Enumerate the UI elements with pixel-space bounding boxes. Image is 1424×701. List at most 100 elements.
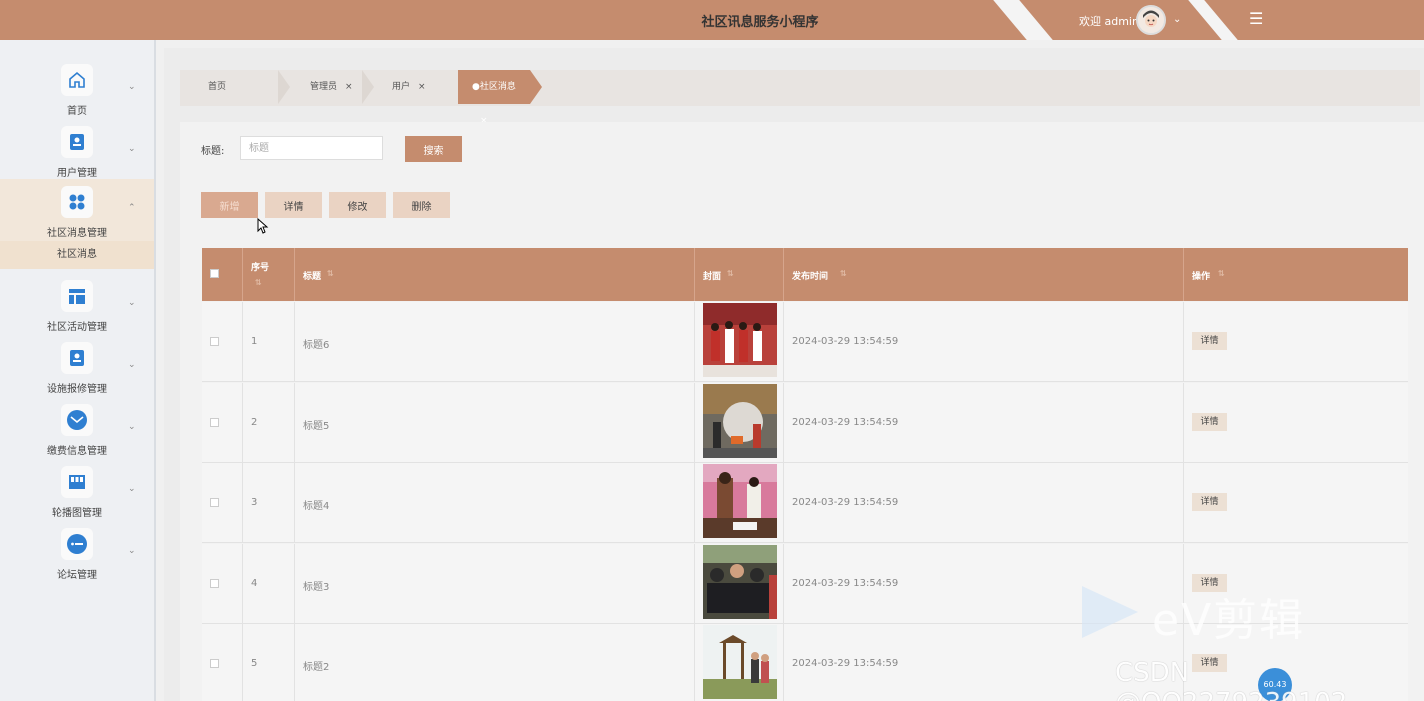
- row-checkbox[interactable]: [210, 498, 219, 507]
- row-publish-time: 2024-03-29 13:54:59: [792, 336, 899, 347]
- row-checkbox[interactable]: [210, 337, 219, 346]
- index-cell: 2: [243, 382, 295, 463]
- tab-users[interactable]: 用户 ×: [364, 70, 458, 104]
- cover-image[interactable]: [703, 464, 777, 538]
- title-cell: 标题6: [295, 302, 695, 382]
- row-index: 2: [251, 416, 258, 428]
- column-label: 标题: [303, 272, 322, 282]
- sidebar-item-community-news[interactable]: 社区消息管理 ⌃: [0, 179, 154, 241]
- row-publish-time: 2024-03-29 13:54:59: [792, 577, 899, 589]
- add-button[interactable]: 新增: [201, 192, 258, 218]
- mail-icon: [61, 404, 93, 436]
- user-card-icon: [61, 342, 93, 374]
- title-cell: 标题3: [295, 543, 695, 624]
- row-title: 标题2: [303, 662, 330, 673]
- sidebar-item-home[interactable]: 首页 ⌄: [0, 62, 154, 124]
- menu-icon[interactable]: ☰: [1249, 9, 1263, 28]
- row-detail-button[interactable]: 详情: [1192, 332, 1227, 350]
- ev-logo-icon: [1082, 586, 1138, 638]
- ev-watermark: eV剪辑: [1152, 595, 1306, 646]
- sort-icon[interactable]: ⇅: [327, 269, 334, 278]
- sidebar-item-payments[interactable]: 缴费信息管理 ⌄: [0, 402, 154, 464]
- detail-button[interactable]: 详情: [265, 192, 322, 218]
- app-title: 社区讯息服务小程序: [701, 15, 819, 30]
- column-label: 操作: [1192, 272, 1211, 282]
- sidebar-item-forum[interactable]: 论坛管理 ⌄: [0, 526, 154, 588]
- sidebar-subitem-community-news[interactable]: 社区消息: [0, 241, 154, 269]
- select-all-checkbox[interactable]: [210, 269, 219, 278]
- search-input[interactable]: [240, 136, 383, 160]
- row-checkbox[interactable]: [210, 659, 219, 668]
- close-icon[interactable]: ×: [345, 82, 353, 92]
- sort-icon[interactable]: ⇅: [1218, 269, 1225, 278]
- search-label: 标题:: [201, 146, 225, 157]
- close-icon[interactable]: ×: [418, 82, 426, 92]
- chevron-down-icon: ⌄: [128, 546, 136, 556]
- avatar[interactable]: [1136, 5, 1166, 35]
- actions-cell: 详情: [1184, 302, 1408, 382]
- search-button[interactable]: 搜索: [405, 136, 462, 162]
- chevron-down-icon: ⌄: [128, 298, 136, 308]
- chevron-down-icon[interactable]: ⌄: [1173, 14, 1181, 25]
- cover-image[interactable]: [703, 544, 777, 619]
- chevron-down-icon: ⌄: [128, 144, 136, 154]
- sidebar-item-label: 设施报修管理: [47, 384, 107, 395]
- user-card-icon: [61, 126, 93, 158]
- row-publish-time: 2024-03-29 13:54:59: [792, 658, 899, 669]
- tab-community-news[interactable]: ●社区消息×: [458, 70, 530, 126]
- sidebar-item-carousel[interactable]: 轮播图管理 ⌄: [0, 464, 154, 526]
- sidebar-item-label: 首页: [67, 106, 87, 117]
- tab-label: 用户: [392, 82, 411, 92]
- column-header-publish-time[interactable]: 发布时间 ⇅: [784, 248, 1184, 301]
- carousel-icon: [61, 466, 93, 498]
- sort-icon[interactable]: ⇅: [255, 278, 262, 287]
- column-header-cover[interactable]: 封面 ⇅: [695, 248, 784, 301]
- sidebar-item-label: 用户管理: [57, 168, 97, 179]
- tab-home[interactable]: 首页: [180, 70, 278, 104]
- column-header-title[interactable]: 标题 ⇅: [295, 248, 695, 301]
- time-cell: 2024-03-29 13:54:59: [784, 382, 1184, 463]
- sidebar-item-users[interactable]: 用户管理 ⌄: [0, 124, 154, 186]
- row-title: 标题6: [303, 340, 330, 351]
- welcome-text: 欢迎 admin: [1079, 15, 1139, 28]
- table-row[interactable]: 1 标题6 2024-03-29 13:54:59 详情: [202, 302, 1408, 382]
- row-publish-time: 2024-03-29 13:54:59: [792, 497, 899, 508]
- tab-admins[interactable]: 管理员 ×: [282, 70, 362, 104]
- tabs-bar: 首页 管理员 × 用户 × ●社区消息×: [180, 70, 1420, 126]
- chat-icon: [61, 528, 93, 560]
- sidebar-item-repairs[interactable]: 设施报修管理 ⌄: [0, 340, 154, 402]
- row-title: 标题4: [303, 501, 330, 512]
- edit-button[interactable]: 修改: [329, 192, 386, 218]
- sort-icon[interactable]: ⇅: [840, 269, 847, 278]
- cover-image[interactable]: [703, 303, 777, 377]
- column-label: 序号: [251, 263, 270, 273]
- column-header-index[interactable]: 序号 ⇅: [243, 248, 295, 301]
- cover-cell: [695, 543, 784, 624]
- layout-icon: [61, 280, 93, 312]
- select-all-cell: [202, 248, 243, 301]
- delete-button[interactable]: 删除: [393, 192, 450, 218]
- cover-image[interactable]: [703, 383, 777, 458]
- column-header-actions: 操作 ⇅: [1184, 248, 1408, 301]
- row-select-cell: [202, 382, 243, 463]
- column-label: 封面: [703, 272, 722, 282]
- table-row[interactable]: 2 标题5 2024-03-29 13:54:59 详情: [202, 382, 1408, 463]
- sort-icon[interactable]: ⇅: [727, 269, 734, 278]
- title-cell: 标题2: [295, 624, 695, 701]
- chevron-down-icon: ⌄: [128, 484, 136, 494]
- row-detail-button[interactable]: 详情: [1192, 412, 1227, 431]
- index-cell: 4: [243, 543, 295, 624]
- cover-cell: [695, 382, 784, 463]
- row-detail-button[interactable]: 详情: [1192, 493, 1227, 511]
- cover-image[interactable]: [703, 625, 777, 699]
- mouse-cursor-icon: [257, 218, 269, 234]
- sidebar-item-label: 缴费信息管理: [47, 446, 107, 457]
- tab-separator: [530, 70, 542, 104]
- table-row[interactable]: 3 标题4 2024-03-29 13:54:59 详情: [202, 463, 1408, 543]
- sidebar-item-activities[interactable]: 社区活动管理 ⌄: [0, 278, 154, 340]
- row-publish-time: 2024-03-29 13:54:59: [792, 416, 899, 428]
- tab-label: ●社区消息: [472, 82, 516, 92]
- row-checkbox[interactable]: [210, 417, 219, 427]
- row-checkbox[interactable]: [210, 578, 219, 588]
- chevron-up-icon: ⌃: [128, 203, 136, 213]
